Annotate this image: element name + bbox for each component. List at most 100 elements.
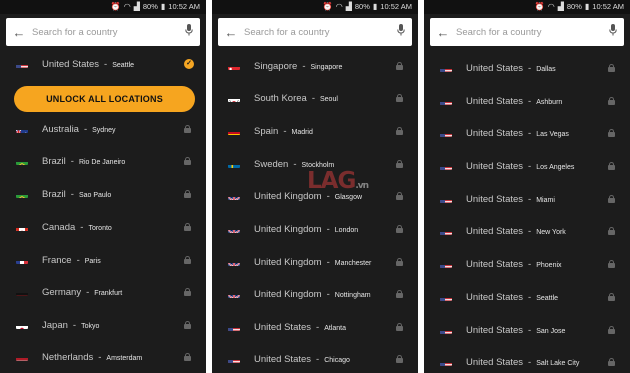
- microphone-icon[interactable]: [178, 23, 200, 41]
- battery-percent: 80%: [142, 2, 158, 11]
- country-name: United States: [466, 127, 524, 139]
- search-input[interactable]: [32, 26, 178, 38]
- location-row[interactable]: United States - Las Vegas: [424, 123, 630, 143]
- location-row[interactable]: United Kingdom - Manchester: [212, 252, 418, 272]
- flag-jp-icon: [16, 321, 28, 329]
- separator: -: [98, 351, 102, 363]
- lock-icon: [184, 125, 191, 133]
- lock-icon: [184, 157, 191, 165]
- location-row[interactable]: United States - Phoenix: [424, 254, 630, 274]
- location-label: United States - Los Angeles: [466, 161, 574, 172]
- back-arrow-icon[interactable]: ←: [430, 25, 456, 40]
- city-name: San Jose: [536, 327, 566, 335]
- search-bar: ←: [218, 18, 412, 46]
- flag-br-icon: [16, 190, 28, 198]
- lock-icon: [608, 326, 615, 334]
- flag-us-icon: [228, 323, 240, 331]
- separator: -: [83, 123, 88, 135]
- location-label: Australia - Sydney: [42, 124, 116, 135]
- location-row[interactable]: Australia - Sydney: [0, 119, 206, 139]
- lock-icon: [184, 223, 191, 231]
- flag-se-icon: [228, 160, 240, 168]
- location-row[interactable]: United Kingdom - Nottingham: [212, 284, 418, 304]
- flag-ca-icon: [16, 223, 28, 231]
- location-row[interactable]: United States - Atlanta: [212, 317, 418, 337]
- separator: -: [311, 92, 315, 104]
- separator: -: [86, 286, 90, 298]
- separator: -: [528, 62, 532, 74]
- location-row[interactable]: United States - San Jose: [424, 320, 630, 340]
- microphone-icon[interactable]: [602, 23, 624, 41]
- separator: -: [528, 160, 532, 172]
- location-label: Canada - Toronto: [42, 222, 112, 233]
- unlock-all-locations-button[interactable]: UNLOCK ALL LOCATIONS: [14, 86, 195, 112]
- battery-icon: ▮: [584, 2, 590, 11]
- signal-icon: ▟: [133, 2, 140, 11]
- location-row[interactable]: United States - Chicago: [212, 349, 418, 369]
- country-name: United States: [466, 160, 524, 172]
- search-bar: ←: [430, 18, 624, 46]
- location-row[interactable]: France - Paris: [0, 250, 206, 270]
- location-row[interactable]: United States - Salt Lake City: [424, 352, 630, 372]
- wifi-icon: ◠: [547, 2, 555, 11]
- city-name: Nottingham: [334, 291, 371, 299]
- location-row[interactable]: United States - New York: [424, 221, 630, 241]
- microphone-icon[interactable]: [390, 23, 412, 41]
- lock-icon: [396, 94, 403, 102]
- country-name: United States: [466, 62, 524, 74]
- city-name: Rio De Janeiro: [78, 158, 126, 166]
- location-row[interactable]: United States - Seattle: [424, 287, 630, 307]
- battery-percent: 80%: [566, 2, 582, 11]
- lock-icon: [184, 353, 191, 361]
- city-name: Madrid: [291, 128, 313, 136]
- flag-sg-icon: [228, 62, 240, 70]
- flag-us-icon: [440, 326, 452, 334]
- signal-icon: ▟: [345, 2, 352, 11]
- separator: -: [72, 319, 77, 331]
- location-label: France - Paris: [42, 255, 101, 266]
- location-row[interactable]: United States - Ashburn: [424, 91, 630, 111]
- location-row[interactable]: South Korea - Seoul: [212, 88, 418, 108]
- alarm-icon: ⏰: [322, 2, 333, 11]
- separator: -: [293, 158, 297, 170]
- lock-icon: [396, 192, 403, 200]
- location-row[interactable]: Brazil - Sao Paulo: [0, 184, 206, 204]
- lock-icon: [184, 190, 191, 198]
- search-input[interactable]: [244, 26, 390, 38]
- selected-check-icon: ✓: [184, 59, 194, 69]
- back-arrow-icon[interactable]: ←: [6, 25, 32, 40]
- location-label: Singapore - Singapore: [254, 61, 342, 72]
- city-name: Dallas: [536, 65, 556, 73]
- location-label: Brazil - Sao Paulo: [42, 189, 111, 200]
- location-label: Spain - Madrid: [254, 126, 313, 137]
- location-row[interactable]: United States - Seattle ✓: [0, 54, 206, 74]
- watermark-logo: LAG.vn: [307, 168, 369, 194]
- separator: -: [80, 221, 84, 233]
- separator: -: [70, 155, 74, 167]
- location-row[interactable]: Singapore - Singapore: [212, 56, 418, 76]
- lock-icon: [608, 97, 615, 105]
- location-row[interactable]: Germany - Frankfurt: [0, 282, 206, 302]
- location-row[interactable]: Netherlands - Amsterdam: [0, 347, 206, 367]
- location-row[interactable]: United Kingdom - London: [212, 219, 418, 239]
- alarm-icon: ⏰: [534, 2, 545, 11]
- battery-icon: ▮: [160, 2, 166, 11]
- city-name: Singapore: [310, 63, 343, 71]
- search-input[interactable]: [456, 26, 602, 38]
- location-row[interactable]: Japan - Tokyo: [0, 315, 206, 335]
- location-panel-1: ⏰ ◠ ▟ 80% ▮ 10:52 AM ← UNLOCK ALL LOCATI…: [0, 0, 206, 373]
- location-row[interactable]: United States - Los Angeles: [424, 156, 630, 176]
- city-name: Las Vegas: [536, 130, 569, 138]
- location-label: United States - Ashburn: [466, 96, 562, 107]
- city-name: Miami: [536, 196, 555, 204]
- lock-icon: [608, 162, 615, 170]
- flag-us-icon: [440, 162, 452, 170]
- location-row[interactable]: United States - Dallas: [424, 58, 630, 78]
- location-row[interactable]: United States - Miami: [424, 189, 630, 209]
- flag-us-icon: [440, 64, 452, 72]
- location-row[interactable]: Brazil - Rio De Janeiro: [0, 151, 206, 171]
- back-arrow-icon[interactable]: ←: [218, 25, 244, 40]
- location-row[interactable]: Canada - Toronto: [0, 217, 206, 237]
- location-label: United States - Las Vegas: [466, 128, 569, 139]
- location-row[interactable]: Spain - Madrid: [212, 121, 418, 141]
